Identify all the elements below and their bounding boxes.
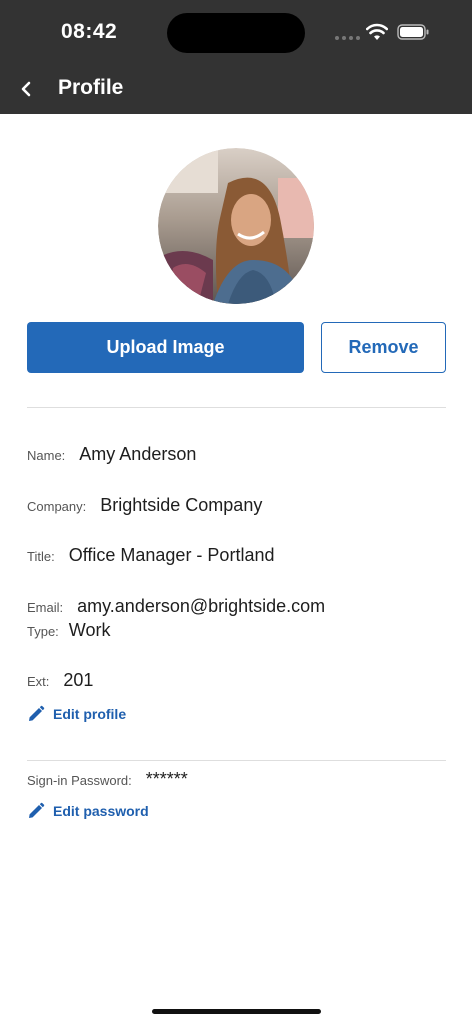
company-value: Brightside Company xyxy=(100,495,263,515)
page-title: Profile xyxy=(58,76,124,99)
company-label: Company: xyxy=(27,499,87,514)
status-time: 08:42 xyxy=(61,20,118,43)
title-value: Office Manager - Portland xyxy=(68,545,275,565)
title-row: Title: Office Manager - Portland xyxy=(27,545,274,566)
type-value: Work xyxy=(68,620,111,640)
pencil-icon xyxy=(29,802,45,818)
ext-value: 201 xyxy=(63,670,94,690)
password-value: ****** xyxy=(145,769,188,789)
section-divider xyxy=(27,760,446,761)
type-row: Type: Work xyxy=(27,620,110,641)
password-row: Sign-in Password: ****** xyxy=(27,769,188,790)
remove-image-button[interactable]: Remove xyxy=(321,322,446,373)
edit-profile-label: Edit profile xyxy=(53,706,127,722)
status-bar: 08:42 xyxy=(0,0,472,62)
edit-password-link[interactable]: Edit password xyxy=(27,802,149,820)
nav-bar: Profile xyxy=(0,62,472,114)
wifi-icon xyxy=(366,23,388,40)
title-label: Title: xyxy=(27,549,55,564)
upload-image-button[interactable]: Upload Image xyxy=(27,322,304,373)
password-label: Sign-in Password: xyxy=(27,773,132,788)
profile-avatar xyxy=(158,148,314,304)
back-chevron-icon[interactable] xyxy=(14,76,40,102)
email-row: Email: amy.anderson@brightside.com xyxy=(27,596,325,617)
email-label: Email: xyxy=(27,600,64,615)
name-label: Name: xyxy=(27,448,66,463)
name-value: Amy Anderson xyxy=(79,444,197,464)
pencil-icon xyxy=(29,705,45,721)
edit-profile-link[interactable]: Edit profile xyxy=(27,705,126,723)
type-label: Type: xyxy=(27,624,59,639)
edit-password-label: Edit password xyxy=(53,803,149,819)
email-value: amy.anderson@brightside.com xyxy=(77,596,326,616)
ext-label: Ext: xyxy=(27,674,50,689)
battery-icon xyxy=(397,24,429,40)
ext-row: Ext: 201 xyxy=(27,670,93,691)
name-row: Name: Amy Anderson xyxy=(27,444,196,465)
home-indicator xyxy=(152,1009,321,1014)
company-row: Company: Brightside Company xyxy=(27,495,262,516)
dynamic-island xyxy=(167,13,305,53)
section-divider xyxy=(27,407,446,408)
cellular-signal-icon xyxy=(335,36,360,40)
